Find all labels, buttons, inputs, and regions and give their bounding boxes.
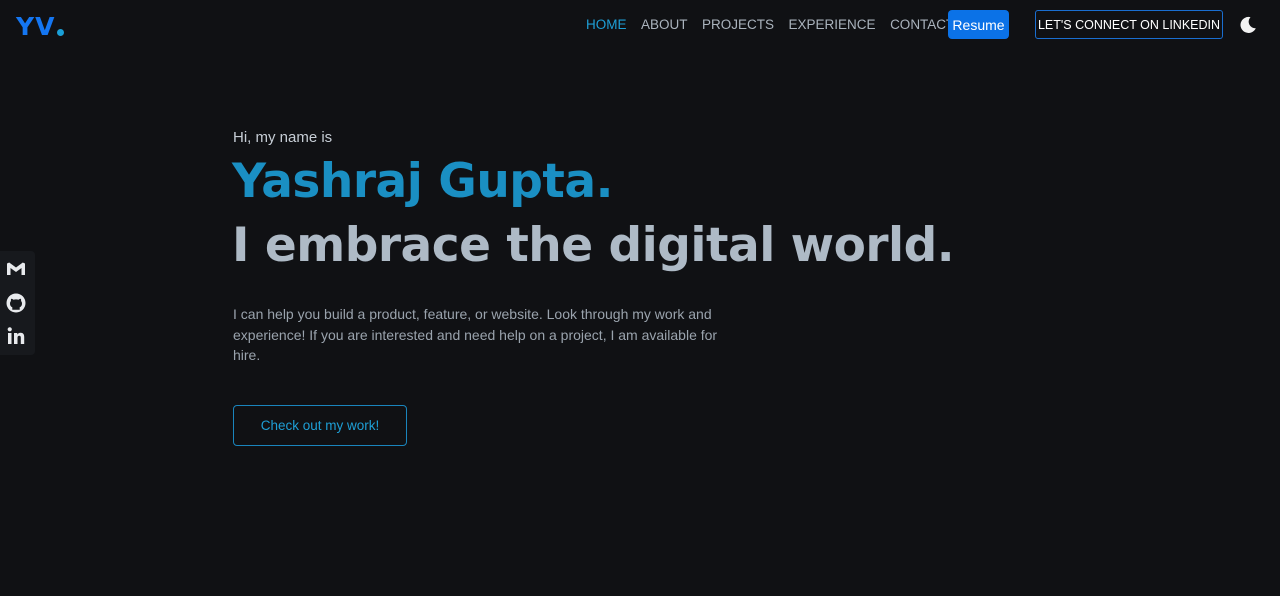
social-sidebar (0, 251, 35, 355)
github-icon[interactable] (5, 292, 27, 314)
moon-icon[interactable] (1238, 15, 1258, 35)
resume-button[interactable]: Resume (948, 10, 1009, 39)
linkedin-connect-button[interactable]: LET'S CONNECT ON LINKEDIN (1035, 10, 1223, 39)
nav-about[interactable]: ABOUT (641, 16, 688, 34)
gmail-icon[interactable] (5, 258, 27, 280)
logo[interactable]: YV (16, 12, 65, 42)
nav-projects[interactable]: PROJECTS (702, 16, 774, 34)
logo-dot (57, 29, 65, 36)
linkedin-icon[interactable] (5, 325, 27, 347)
hero-greeting: Hi, my name is (233, 129, 333, 146)
check-out-work-button[interactable]: Check out my work! (233, 405, 407, 446)
hero-name: Yashraj Gupta. (232, 154, 613, 209)
logo-text: YV (16, 12, 56, 41)
nav-home[interactable]: HOME (586, 16, 627, 34)
nav-experience[interactable]: EXPERIENCE (789, 16, 876, 34)
nav-contact[interactable]: CONTACT (890, 16, 954, 34)
main-nav: HOME ABOUT PROJECTS EXPERIENCE CONTACT (586, 16, 969, 34)
hero-description: I can help you build a product, feature,… (233, 306, 718, 363)
hero-tagline: I embrace the digital world. (232, 218, 955, 273)
